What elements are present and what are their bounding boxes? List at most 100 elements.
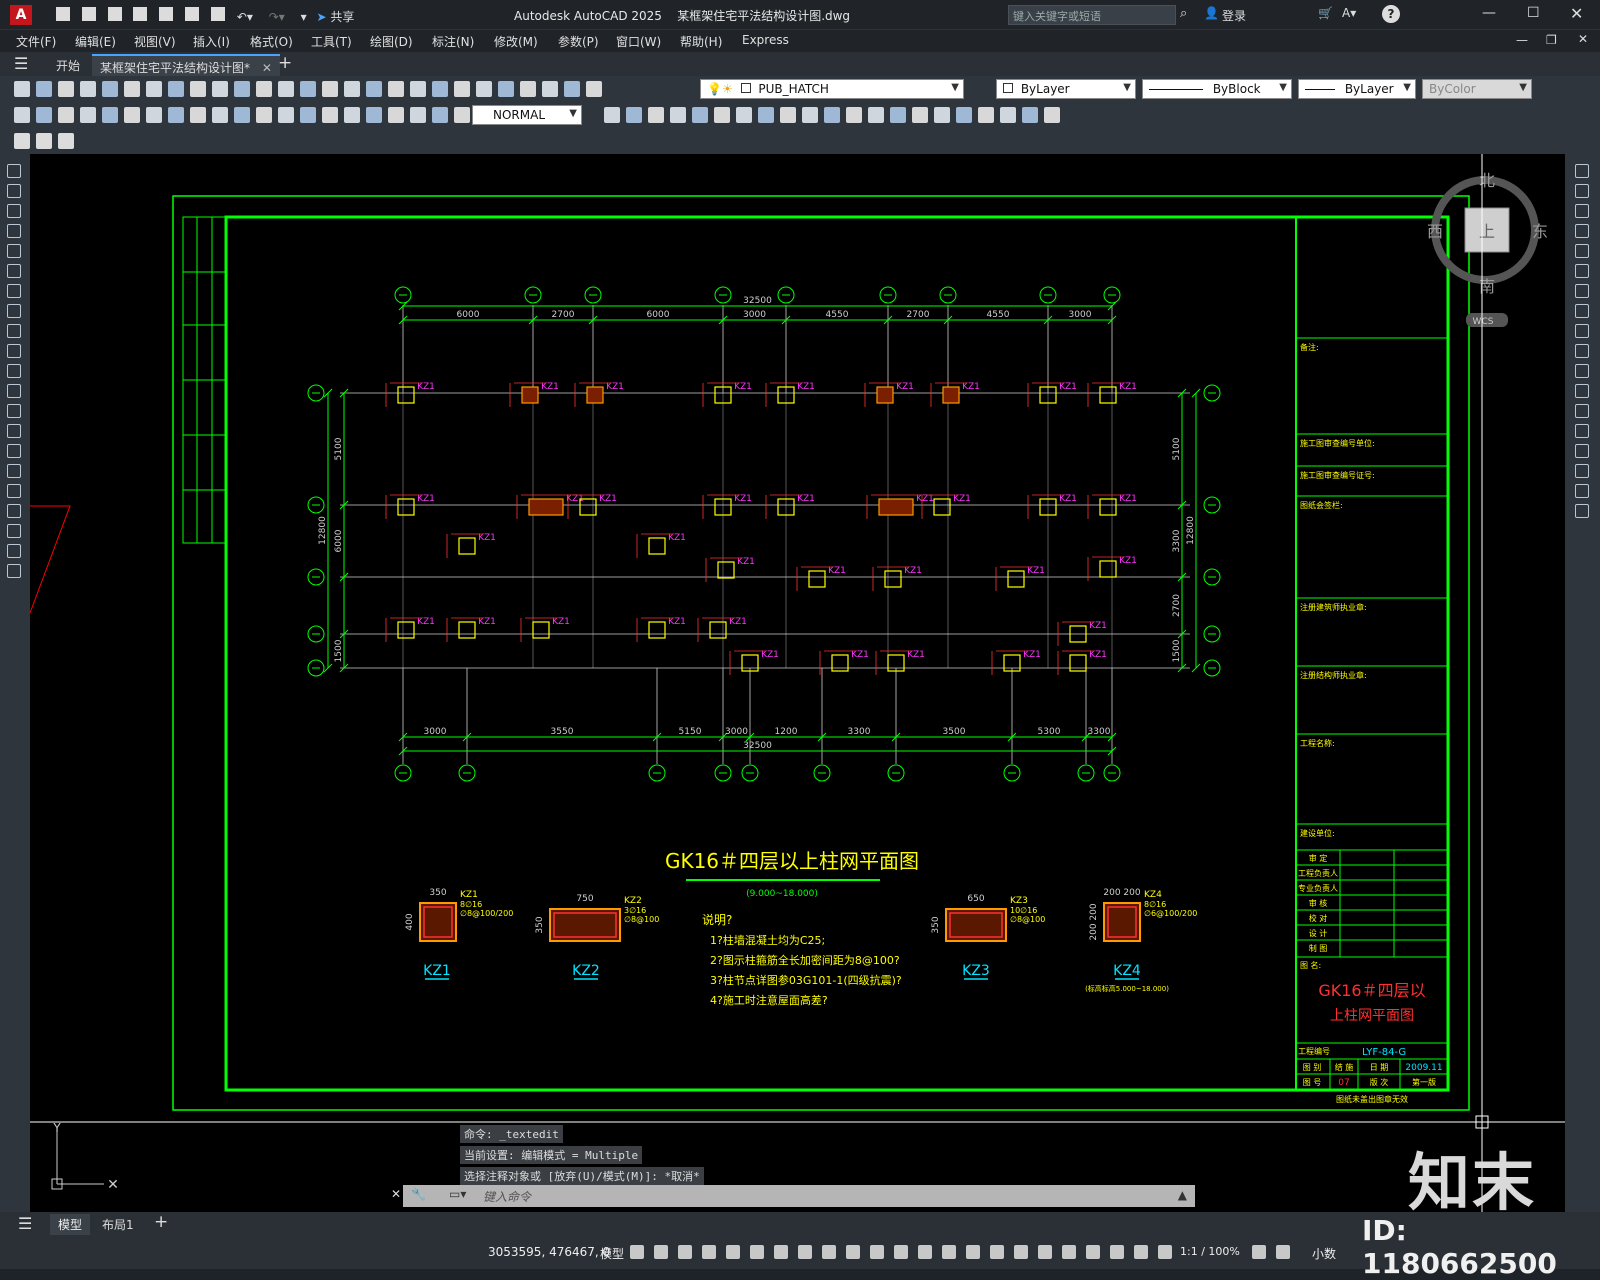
standard-tool-icon[interactable] (564, 81, 580, 97)
dimension-tool-icon[interactable] (168, 107, 184, 123)
block-editor-icon[interactable] (14, 133, 30, 149)
modify-tool-icon[interactable] (1575, 284, 1589, 298)
tab-document[interactable]: 某框架住宅平法结构设计图* ✕ (92, 54, 280, 76)
standard-tool-icon[interactable] (80, 81, 96, 97)
status-toggle-icon[interactable] (894, 1245, 908, 1259)
standard-tool-icon[interactable] (146, 81, 162, 97)
menu-view[interactable]: 视图(V) (134, 33, 176, 50)
viewcube-west[interactable]: 西 (1427, 222, 1443, 241)
menu-draw[interactable]: 绘图(D) (370, 33, 413, 50)
share-icon[interactable]: ➤ (316, 10, 326, 24)
menu-file[interactable]: 文件(F) (16, 33, 56, 50)
drawing-svg[interactable]: 备注: 施工图审查编号单位: 施工图审查编号证号: 图纸会签栏: 注册建筑师执业章: 注册… (30, 154, 1565, 1220)
draw-tool-icon[interactable] (7, 204, 21, 218)
viewcube[interactable]: 上 北 南 东 西 WCS (1427, 171, 1548, 327)
standard-tool-icon[interactable] (344, 81, 360, 97)
standard-tool-icon[interactable] (542, 81, 558, 97)
standard-tool-icon[interactable] (102, 81, 118, 97)
layer-combo[interactable]: 💡☀ PUB_HATCH ▼ (700, 79, 964, 99)
draw-tool-icon[interactable] (7, 464, 21, 478)
tab-start[interactable]: 开始 (48, 54, 88, 76)
save-web-icon[interactable] (185, 7, 200, 21)
new-tab-icon[interactable]: + (278, 53, 292, 73)
doc-close-icon[interactable]: ✕ (1578, 32, 1588, 46)
drawing-canvas[interactable]: 备注: 施工图审查编号单位: 施工图审查编号证号: 图纸会签栏: 注册建筑师执业章: 注册… (30, 154, 1565, 1220)
new-file-icon[interactable] (56, 7, 70, 21)
menu-window[interactable]: 窗口(W) (616, 33, 661, 50)
draw-tool-icon[interactable] (7, 404, 21, 418)
minimize-icon[interactable]: — (1482, 5, 1496, 21)
save-icon[interactable] (107, 7, 122, 21)
dimension-tool-icon[interactable] (454, 107, 470, 123)
units-readout[interactable]: 小数 (1312, 1245, 1336, 1262)
viewcube-north[interactable]: 北 (1479, 171, 1495, 190)
dimension-tool-icon[interactable] (14, 107, 30, 123)
tab-close-icon[interactable]: ✕ (262, 61, 272, 75)
menu-insert[interactable]: 插入(I) (193, 33, 230, 50)
dimension-tool-icon[interactable] (978, 107, 994, 123)
draw-tool-icon[interactable] (7, 364, 21, 378)
dimension-tool-icon[interactable] (256, 107, 272, 123)
draw-tool-icon[interactable] (7, 264, 21, 278)
draw-tool-icon[interactable] (7, 384, 21, 398)
status-toggle-icon[interactable] (1086, 1245, 1100, 1259)
annotation-scale[interactable]: 1:1 / 100% (1180, 1245, 1240, 1258)
standard-tool-icon[interactable] (58, 81, 74, 97)
status-toggle-icon[interactable] (1252, 1245, 1266, 1259)
dimension-tool-icon[interactable] (736, 107, 752, 123)
dimension-tool-icon[interactable] (80, 107, 96, 123)
menu-dimension[interactable]: 标注(N) (432, 33, 474, 50)
status-toggle-icon[interactable] (774, 1245, 788, 1259)
plot-icon[interactable] (210, 7, 225, 21)
tab-menu-icon[interactable]: ☰ (14, 54, 28, 73)
share-label[interactable]: 共享 (330, 10, 354, 24)
menu-tools[interactable]: 工具(T) (311, 33, 352, 50)
dimension-tool-icon[interactable] (1044, 107, 1060, 123)
linetype-combo[interactable]: ByBlock ▼ (1142, 79, 1292, 99)
draw-tool-icon[interactable] (7, 184, 21, 198)
dimension-tool-icon[interactable] (846, 107, 862, 123)
modify-tool-icon[interactable] (1575, 344, 1589, 358)
block-attribute-icon[interactable] (36, 133, 52, 149)
dimension-tool-icon[interactable] (934, 107, 950, 123)
menu-express[interactable]: Express (742, 33, 789, 47)
open-file-icon[interactable] (81, 7, 96, 21)
dimension-tool-icon[interactable] (300, 107, 316, 123)
dimension-tool-icon[interactable] (912, 107, 928, 123)
modify-tool-icon[interactable] (1575, 164, 1589, 178)
modify-tool-icon[interactable] (1575, 264, 1589, 278)
help-icon[interactable]: ? (1382, 5, 1400, 23)
dimension-tool-icon[interactable] (190, 107, 206, 123)
command-close-icon[interactable]: ✕ (391, 1187, 401, 1201)
status-toggle-icon[interactable] (1158, 1245, 1172, 1259)
status-toggle-icon[interactable] (750, 1245, 764, 1259)
autodesk-a360-icon[interactable]: A▾ (1342, 6, 1356, 20)
status-toggle-icon[interactable] (1062, 1245, 1076, 1259)
viewcube-south[interactable]: 南 (1479, 277, 1495, 296)
draw-tool-icon[interactable] (7, 524, 21, 538)
undo-icon[interactable]: ↶▾ (237, 10, 253, 24)
status-toggle-icon[interactable] (1134, 1245, 1148, 1259)
draw-tool-icon[interactable] (7, 164, 21, 178)
draw-tool-icon[interactable] (7, 224, 21, 238)
modify-tool-icon[interactable] (1575, 444, 1589, 458)
modify-tool-icon[interactable] (1575, 324, 1589, 338)
standard-tool-icon[interactable] (498, 81, 514, 97)
viewcube-east[interactable]: 东 (1532, 222, 1548, 241)
standard-tool-icon[interactable] (212, 81, 228, 97)
dimension-tool-icon[interactable] (388, 107, 404, 123)
dimension-tool-icon[interactable] (432, 107, 448, 123)
modify-tool-icon[interactable] (1575, 504, 1589, 518)
dimension-tool-icon[interactable] (322, 107, 338, 123)
standard-tool-icon[interactable] (454, 81, 470, 97)
tab-model[interactable]: 模型 (50, 1214, 91, 1235)
status-toggle-icon[interactable] (846, 1245, 860, 1259)
add-layout-icon[interactable]: + (154, 1212, 168, 1232)
draw-tool-icon[interactable] (7, 444, 21, 458)
menu-format[interactable]: 格式(O) (250, 33, 293, 50)
modify-tool-icon[interactable] (1575, 184, 1589, 198)
dimension-tool-icon[interactable] (124, 107, 140, 123)
status-toggle-icon[interactable] (1276, 1245, 1290, 1259)
command-input[interactable]: 键入命令 (483, 1188, 531, 1205)
status-toggle-icon[interactable] (702, 1245, 716, 1259)
